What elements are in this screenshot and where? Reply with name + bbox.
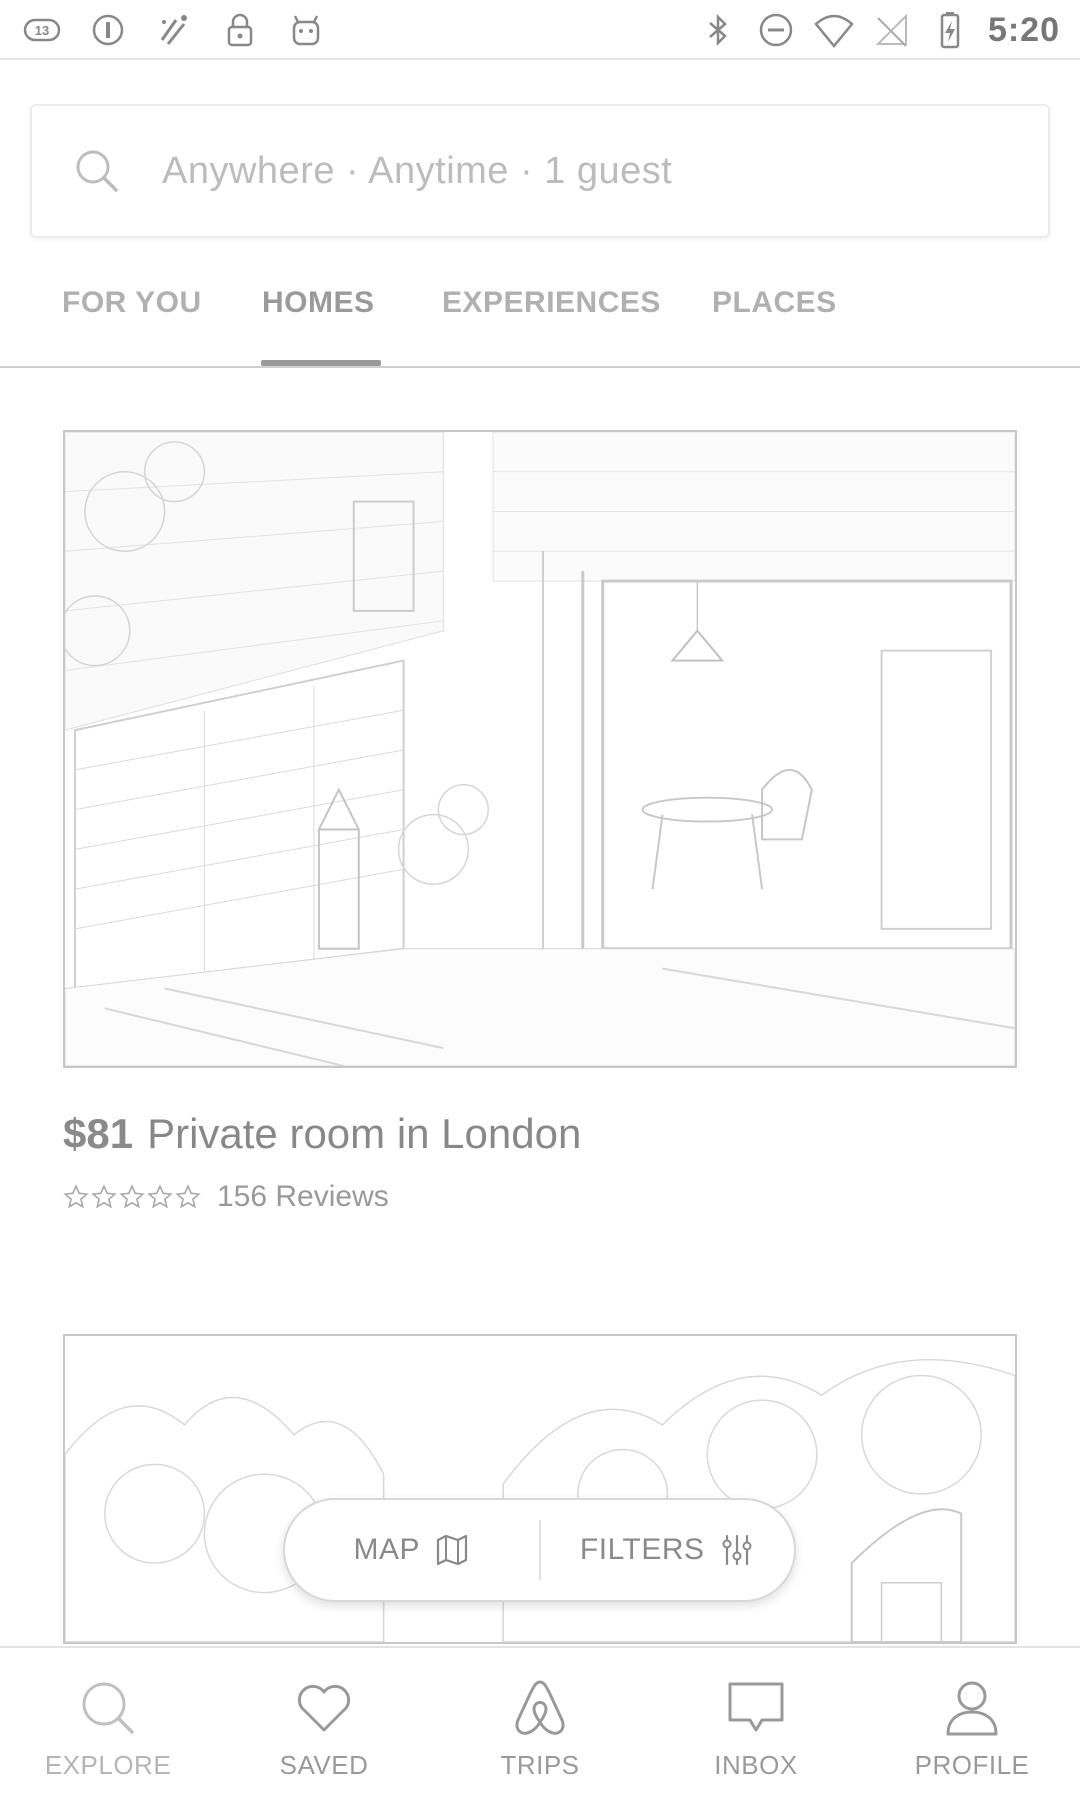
android-icon xyxy=(286,10,326,50)
search-icon xyxy=(82,1682,134,1734)
map-filters-pill: MAP FILTERS xyxy=(283,1498,796,1602)
review-count: 156 Reviews xyxy=(217,1180,389,1213)
status-time: 5:20 xyxy=(987,10,1060,49)
nav-explore[interactable]: EXPLORE xyxy=(0,1648,216,1794)
map-button[interactable]: MAP xyxy=(285,1500,539,1600)
status-right-icons: 5:20 xyxy=(698,0,1060,60)
status-bar: 13 5:20 xyxy=(0,0,1080,60)
star-rating xyxy=(63,1184,201,1210)
search-placeholder: Anywhere · Anytime · 1 guest xyxy=(162,149,673,192)
category-tabs: FOR YOU HOMES EXPERIENCES PLACES xyxy=(0,268,1080,368)
listing-price: $81 xyxy=(63,1110,134,1157)
tab-for-you[interactable]: FOR YOU xyxy=(62,286,202,320)
map-icon xyxy=(436,1534,468,1566)
sparkle-icon xyxy=(154,10,194,50)
tab-homes[interactable]: HOMES xyxy=(262,286,375,320)
wifi-icon xyxy=(814,10,854,50)
bottom-navigation: EXPLORE SAVED TRIPS INBOX PROFILE xyxy=(0,1646,1080,1794)
star-icon xyxy=(175,1184,201,1210)
listing-title: Private room in London xyxy=(147,1110,582,1157)
listing-rating: 156 Reviews xyxy=(63,1180,389,1214)
airbnb-logo-icon xyxy=(515,1680,565,1735)
active-tab-indicator xyxy=(261,360,381,366)
nav-trips-label: TRIPS xyxy=(500,1750,580,1780)
chat-bubble-icon xyxy=(728,1682,784,1732)
nav-inbox[interactable]: INBOX xyxy=(648,1648,864,1794)
app-screen: 13 5:20 Anywhere · Anytime · 1 guest FOR… xyxy=(0,0,1080,1794)
nav-trips[interactable]: TRIPS xyxy=(432,1648,648,1794)
listing-photo[interactable] xyxy=(63,430,1017,1068)
nav-saved-label: SAVED xyxy=(279,1750,369,1780)
status-left-icons: 13 xyxy=(22,0,326,60)
search-bar[interactable]: Anywhere · Anytime · 1 guest xyxy=(30,104,1050,238)
heart-icon xyxy=(297,1684,351,1732)
filters-button[interactable]: FILTERS xyxy=(541,1500,795,1600)
tab-places[interactable]: PLACES xyxy=(712,286,837,320)
star-icon xyxy=(63,1184,89,1210)
circle-i-icon xyxy=(88,10,128,50)
nav-explore-label: EXPLORE xyxy=(44,1750,172,1780)
nav-profile-label: PROFILE xyxy=(914,1750,1030,1780)
map-label: MAP xyxy=(353,1533,420,1566)
lock-icon xyxy=(220,10,260,50)
no-signal-icon xyxy=(872,10,912,50)
tab-experiences[interactable]: EXPERIENCES xyxy=(442,286,661,320)
nav-saved[interactable]: SAVED xyxy=(216,1648,432,1794)
filters-label: FILTERS xyxy=(579,1533,705,1566)
nav-profile[interactable]: PROFILE xyxy=(864,1648,1080,1794)
notification-13-icon: 13 xyxy=(22,10,62,50)
do-not-disturb-icon xyxy=(756,10,796,50)
filters-icon xyxy=(722,1534,752,1566)
star-icon xyxy=(91,1184,117,1210)
star-icon xyxy=(119,1184,145,1210)
search-icon xyxy=(76,150,118,192)
person-icon xyxy=(946,1681,998,1736)
listing-title-row[interactable]: $81 Private room in London xyxy=(63,1110,581,1158)
battery-charging-icon xyxy=(930,10,970,50)
bluetooth-icon xyxy=(698,10,738,50)
svg-text:13: 13 xyxy=(35,23,49,38)
star-icon xyxy=(147,1184,173,1210)
nav-inbox-label: INBOX xyxy=(714,1750,798,1780)
